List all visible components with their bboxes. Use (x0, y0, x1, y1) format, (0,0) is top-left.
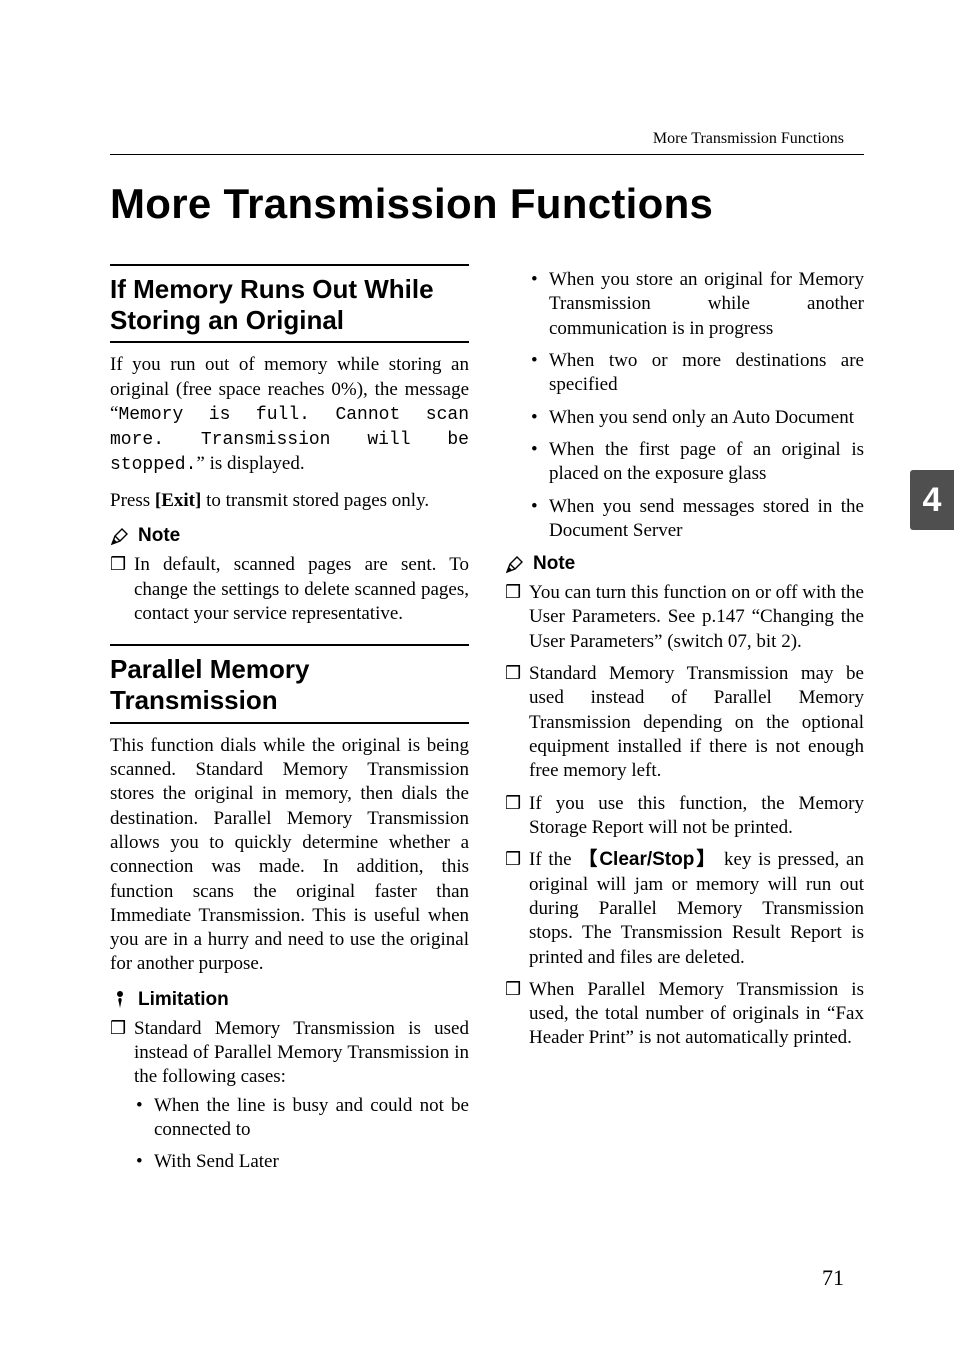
note-list: You can turn this function on or off wit… (505, 581, 864, 1051)
section-rule (110, 722, 469, 724)
section-rule (110, 264, 469, 266)
list-item: If the 【Clear/Stop】 key is pressed, an o… (505, 848, 864, 970)
list-item: With Send Later (134, 1150, 469, 1174)
body-paragraph: Press [Exit] to transmit stored pages on… (110, 489, 469, 513)
close-bracket: 】 (694, 849, 717, 870)
section-rule (110, 341, 469, 343)
chapter-title: More Transmission Functions (110, 180, 864, 228)
left-column: If Memory Runs Out While Storing an Orig… (110, 264, 469, 1183)
limitation-label: Limitation (138, 989, 229, 1011)
open-bracket: 【 (578, 849, 599, 870)
page-number: 71 (822, 1265, 844, 1291)
right-column: When you store an original for Memory Tr… (505, 264, 864, 1183)
text: If the (529, 849, 578, 870)
note-label: Note (533, 553, 575, 575)
text: to transmit stored pages only. (201, 490, 429, 511)
list-item: You can turn this function on or off wit… (505, 581, 864, 654)
section-title-parallel-memory: Parallel Memory Transmission (110, 654, 469, 715)
body-paragraph: If you run out of memory while storing a… (110, 353, 469, 477)
list-item: When two or more destinations are specif… (529, 349, 864, 398)
ui-key-clear-stop: Clear/Stop (599, 849, 694, 870)
list-item: In default, scanned pages are sent. To c… (110, 553, 469, 626)
list-item: When the first page of an original is pl… (529, 438, 864, 487)
text: ” is displayed. (196, 453, 304, 474)
list-item: When the line is busy and could not be c… (134, 1094, 469, 1143)
note-list: In default, scanned pages are sent. To c… (110, 553, 469, 626)
section-title-memory-runs-out: If Memory Runs Out While Storing an Orig… (110, 274, 469, 335)
note-heading: Note (505, 553, 864, 575)
exclamation-icon (110, 990, 130, 1010)
limitation-list: Standard Memory Transmission is used ins… (110, 1017, 469, 1175)
body-paragraph: This function dials while the original i… (110, 734, 469, 977)
note-heading: Note (110, 525, 469, 547)
section-rule (110, 644, 469, 646)
running-head: More Transmission Functions (653, 130, 844, 148)
pencil-icon (110, 526, 130, 546)
two-column-layout: If Memory Runs Out While Storing an Orig… (110, 264, 864, 1183)
list-item: Standard Memory Transmission is used ins… (110, 1017, 469, 1175)
note-label: Note (138, 525, 180, 547)
list-item: When you store an original for Memory Tr… (529, 268, 864, 341)
list-item: When Parallel Memory Transmission is use… (505, 978, 864, 1051)
list-item: When you send messages stored in the Doc… (529, 495, 864, 544)
header-rule (110, 154, 864, 155)
sub-list: When the line is busy and could not be c… (134, 1094, 469, 1175)
page-tab: 4 (910, 470, 954, 530)
continuation-sub-list: When you store an original for Memory Tr… (529, 268, 864, 543)
list-item: When you send only an Auto Document (529, 406, 864, 430)
text: Press (110, 490, 155, 511)
limitation-heading: Limitation (110, 989, 469, 1011)
ui-key-exit: [Exit] (155, 490, 201, 511)
pencil-icon (505, 554, 525, 574)
list-item: Standard Memory Transmission may be used… (505, 662, 864, 784)
list-item: If you use this function, the Memory Sto… (505, 792, 864, 841)
text: Standard Memory Transmission is used ins… (134, 1018, 469, 1088)
